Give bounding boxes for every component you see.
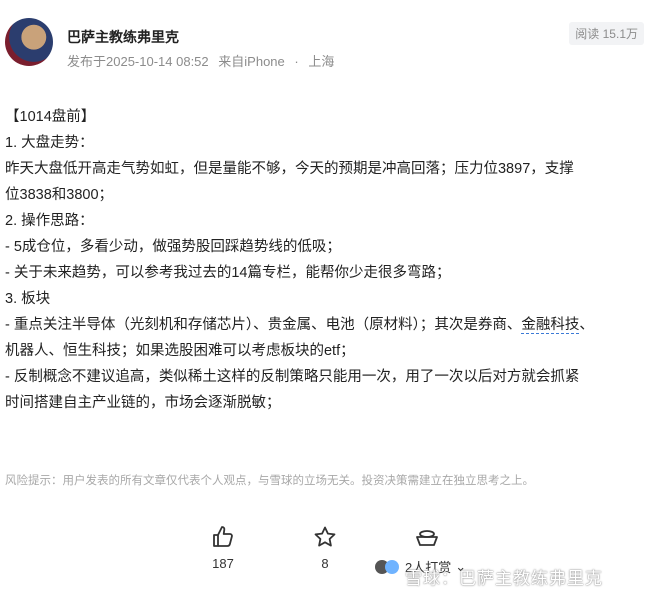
post-meta: 发布于2025-10-14 08:52 来自iPhone · 上海: [67, 51, 340, 70]
tipper-avatar: [385, 559, 399, 574]
tip-gift-icon: [416, 530, 438, 546]
publish-time: 发布于2025-10-14 08:52: [67, 54, 209, 69]
article-title: 【1014盘前】: [5, 109, 96, 125]
author-avatar[interactable]: [5, 18, 53, 66]
tip-button[interactable]: [412, 525, 442, 555]
thumbs-up-icon: [213, 526, 233, 547]
source-device: 来自iPhone: [218, 54, 285, 69]
favorite-count: 8: [321, 556, 329, 571]
list-item-text: - 重点关注半导体（光刻机和存储芯片）、贵金属、电池（原材料）；其次是券商、: [5, 317, 522, 333]
author-name[interactable]: 巴萨主教练弗里克: [67, 27, 179, 47]
list-item: - 反制概念不建议追高，类似稀土这样的反制策略只能用一次，用了一次以后对方就会抓…: [5, 369, 580, 385]
section-heading: 1. 大盘走势：: [5, 135, 94, 151]
risk-disclaimer: 风险提示：用户发表的所有文章仅代表个人观点，与雪球的立场无关。投资决策需建立在独…: [5, 475, 534, 487]
section-heading: 2. 操作思路：: [5, 213, 94, 229]
list-item: - 重点关注半导体（光刻机和存储芯片）、贵金属、电池（原材料）；其次是券商、金融…: [5, 312, 650, 338]
star-icon: [314, 526, 336, 547]
meta-separator: ·: [294, 54, 299, 69]
favorite-button[interactable]: 8: [305, 525, 345, 573]
list-item: - 关于未来趋势，可以参考我过去的14篇专栏，能帮你少走很多弯路；: [5, 265, 451, 281]
list-item: 时间搭建自主产业链的，市场会逐渐脱敏；: [5, 395, 281, 411]
list-item: - 5成仓位，多看少动，做强势股回踩趋势线的低吸；: [5, 239, 341, 255]
stock-topic-link[interactable]: 金融科技: [521, 317, 580, 334]
like-button[interactable]: 187: [203, 525, 243, 573]
list-item: 机器人、恒生科技；如果选股困难可以考虑板块的etf；: [5, 343, 355, 359]
post-header: 巴萨主教练弗里克 发布于2025-10-14 08:52 来自iPhone · …: [0, 0, 654, 80]
section-heading: 3. 板块: [5, 291, 51, 307]
article-body: 【1014盘前】 1. 大盘走势： 昨天大盘低开高走气势如虹，但是量能不够，今天…: [5, 104, 650, 416]
article-paragraph: 昨天大盘低开高走气势如虹，但是量能不够，今天的预期是冲高回落；压力位3897，支…: [5, 161, 574, 177]
like-count: 187: [212, 556, 234, 571]
article-paragraph: 位3838和3800；: [5, 187, 114, 203]
location: 上海: [308, 54, 335, 69]
view-count-badge: 阅读 15.1万: [569, 22, 644, 45]
list-item-text: 、: [579, 317, 594, 333]
watermark: 雪球：巴萨主教练弗里克: [405, 569, 603, 588]
